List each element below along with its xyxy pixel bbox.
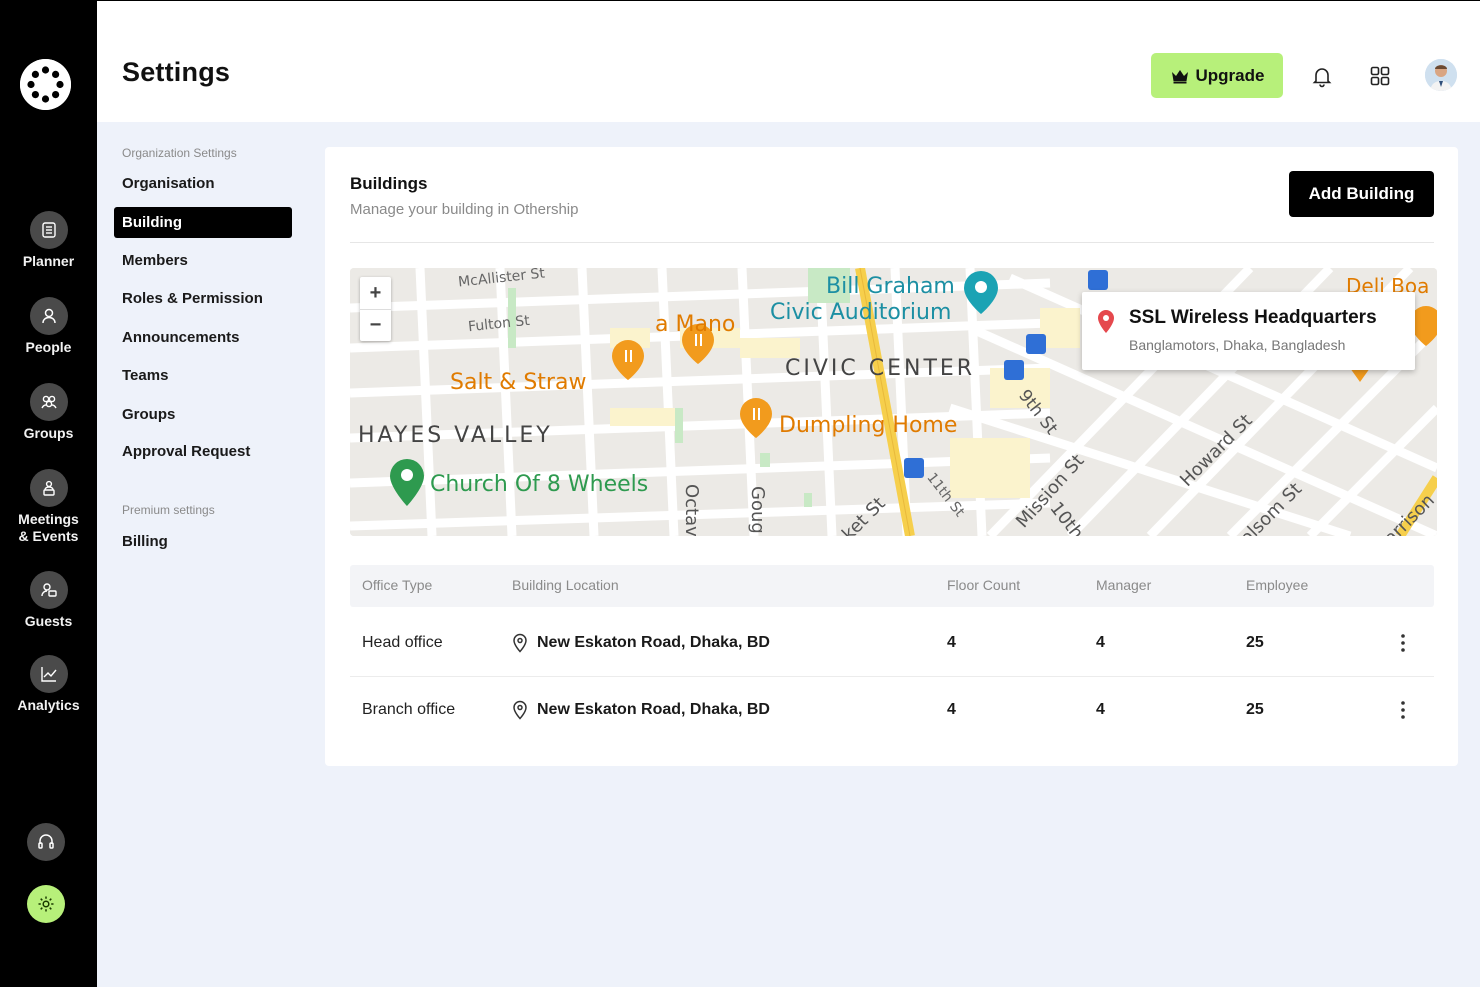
subnav-item-groups[interactable]: Groups [114, 399, 292, 430]
subnav-section-premium: Premium settings [122, 503, 215, 517]
add-building-button[interactable]: Add Building [1289, 171, 1434, 217]
app-logo[interactable] [20, 59, 71, 110]
map-label-hayes-valley: HAYES VALLEY [358, 423, 553, 448]
subnav-item-billing[interactable]: Billing [114, 526, 292, 557]
map-info-popup[interactable]: SSL Wireless Headquarters Banglamotors, … [1082, 292, 1415, 370]
cell-office-type: Head office [362, 634, 443, 651]
upgrade-label: Upgrade [1195, 65, 1265, 85]
headset-icon[interactable] [27, 823, 65, 861]
map-label-amano: a Mano [655, 312, 736, 337]
table-header: Office Type Building Location Floor Coun… [350, 565, 1434, 607]
subnav-item-members[interactable]: Members [114, 245, 292, 276]
popup-title: SSL Wireless Headquarters [1129, 307, 1377, 328]
cell-floor-count: 4 [947, 634, 956, 651]
cell-manager: 4 [1096, 634, 1105, 651]
table-row[interactable]: Branch office New Eskaton Road, Dhaka, B… [350, 678, 1434, 744]
nav-guests-label: Guests [24, 613, 73, 629]
map-zoom-in-button[interactable]: + [360, 277, 391, 309]
th-office-type: Office Type [362, 577, 433, 593]
nav-people[interactable]: People [0, 297, 97, 356]
left-rail: Planner People Groups Meetings & Events … [0, 0, 97, 987]
page-title: Settings [122, 57, 231, 87]
meetings-icon [29, 469, 68, 507]
map-zoom-out-button[interactable]: − [360, 309, 391, 341]
buildings-title: Buildings [350, 174, 428, 193]
nav-analytics-label: Analytics [17, 697, 80, 713]
cell-employee: 25 [1246, 634, 1264, 651]
crown-icon [1171, 69, 1188, 83]
map-label-salt-straw: Salt & Straw [450, 370, 587, 395]
subnav-item-approval-request[interactable]: Approval Request [114, 436, 292, 467]
buildings-subtitle: Manage your building in Othership [350, 201, 579, 218]
cell-manager: 4 [1096, 701, 1105, 718]
people-icon [29, 297, 68, 335]
map-label-octavia: Octav [681, 484, 702, 536]
groups-icon [29, 383, 68, 421]
apps-grid-icon[interactable] [1365, 61, 1395, 91]
location-pin-icon [513, 700, 527, 720]
map-label-gough: Goug [747, 486, 768, 534]
th-employee: Employee [1246, 577, 1309, 593]
subnav-section-org: Organization Settings [122, 146, 237, 160]
nav-planner[interactable]: Planner [0, 211, 97, 270]
subnav-item-building[interactable]: Building [114, 207, 292, 238]
analytics-icon [29, 655, 68, 693]
nav-meetings-label-2: & Events [18, 528, 79, 544]
cell-office-type: Branch office [362, 701, 456, 718]
map-label-bill-graham-1: Bill Graham [826, 274, 955, 299]
planner-icon [29, 211, 68, 249]
subnav-item-organisation[interactable]: Organisation [114, 168, 292, 199]
gear-icon[interactable] [27, 885, 65, 923]
map-label-civic-center: CIVIC CENTER [785, 356, 976, 381]
cell-location: New Eskaton Road, Dhaka, BD [537, 634, 770, 651]
buildings-map[interactable]: + − McAllister St Fulton St a Mano Bill … [350, 268, 1437, 536]
th-building-location: Building Location [512, 577, 619, 593]
nav-guests[interactable]: Guests [0, 571, 97, 630]
nav-meetings-label-1: Meetings [18, 511, 79, 527]
nav-people-label: People [25, 339, 72, 355]
table-row[interactable]: Head office New Eskaton Road, Dhaka, BD … [350, 611, 1434, 677]
guests-icon [29, 571, 68, 609]
cell-floor-count: 4 [947, 701, 956, 718]
subnav-item-teams[interactable]: Teams [114, 360, 292, 391]
th-floor-count: Floor Count [947, 577, 1021, 593]
top-header: Settings Upgrade [97, 1, 1480, 122]
map-label-bill-graham-2: Civic Auditorium [770, 300, 952, 325]
cell-employee: 25 [1246, 701, 1264, 718]
nav-groups[interactable]: Groups [0, 383, 97, 442]
more-options-icon[interactable] [1397, 698, 1409, 722]
more-options-icon[interactable] [1397, 631, 1409, 655]
divider [350, 242, 1434, 243]
map-zoom-control: + − [360, 277, 391, 341]
location-pin-icon [1098, 310, 1114, 333]
main-frame: Settings Upgrade Organization Settings O… [97, 0, 1480, 987]
subnav-item-roles-permission[interactable]: Roles & Permission [114, 283, 292, 314]
nav-groups-label: Groups [23, 425, 74, 441]
buildings-card: Buildings Manage your building in Others… [325, 147, 1458, 766]
bell-icon[interactable] [1307, 61, 1337, 91]
cell-location: New Eskaton Road, Dhaka, BD [537, 701, 770, 718]
nav-planner-label: Planner [22, 253, 75, 269]
nav-analytics[interactable]: Analytics [0, 655, 97, 714]
nav-meetings-events[interactable]: Meetings & Events [0, 469, 97, 545]
map-label-dumpling: Dumpling Home [779, 413, 958, 438]
upgrade-button[interactable]: Upgrade [1151, 53, 1283, 98]
th-manager: Manager [1096, 577, 1152, 593]
popup-subtitle: Banglamotors, Dhaka, Bangladesh [1129, 337, 1346, 353]
location-pin-icon [513, 633, 527, 653]
map-label-church: Church Of 8 Wheels [430, 472, 649, 497]
subnav-item-announcements[interactable]: Announcements [114, 322, 292, 353]
avatar[interactable] [1425, 59, 1457, 91]
